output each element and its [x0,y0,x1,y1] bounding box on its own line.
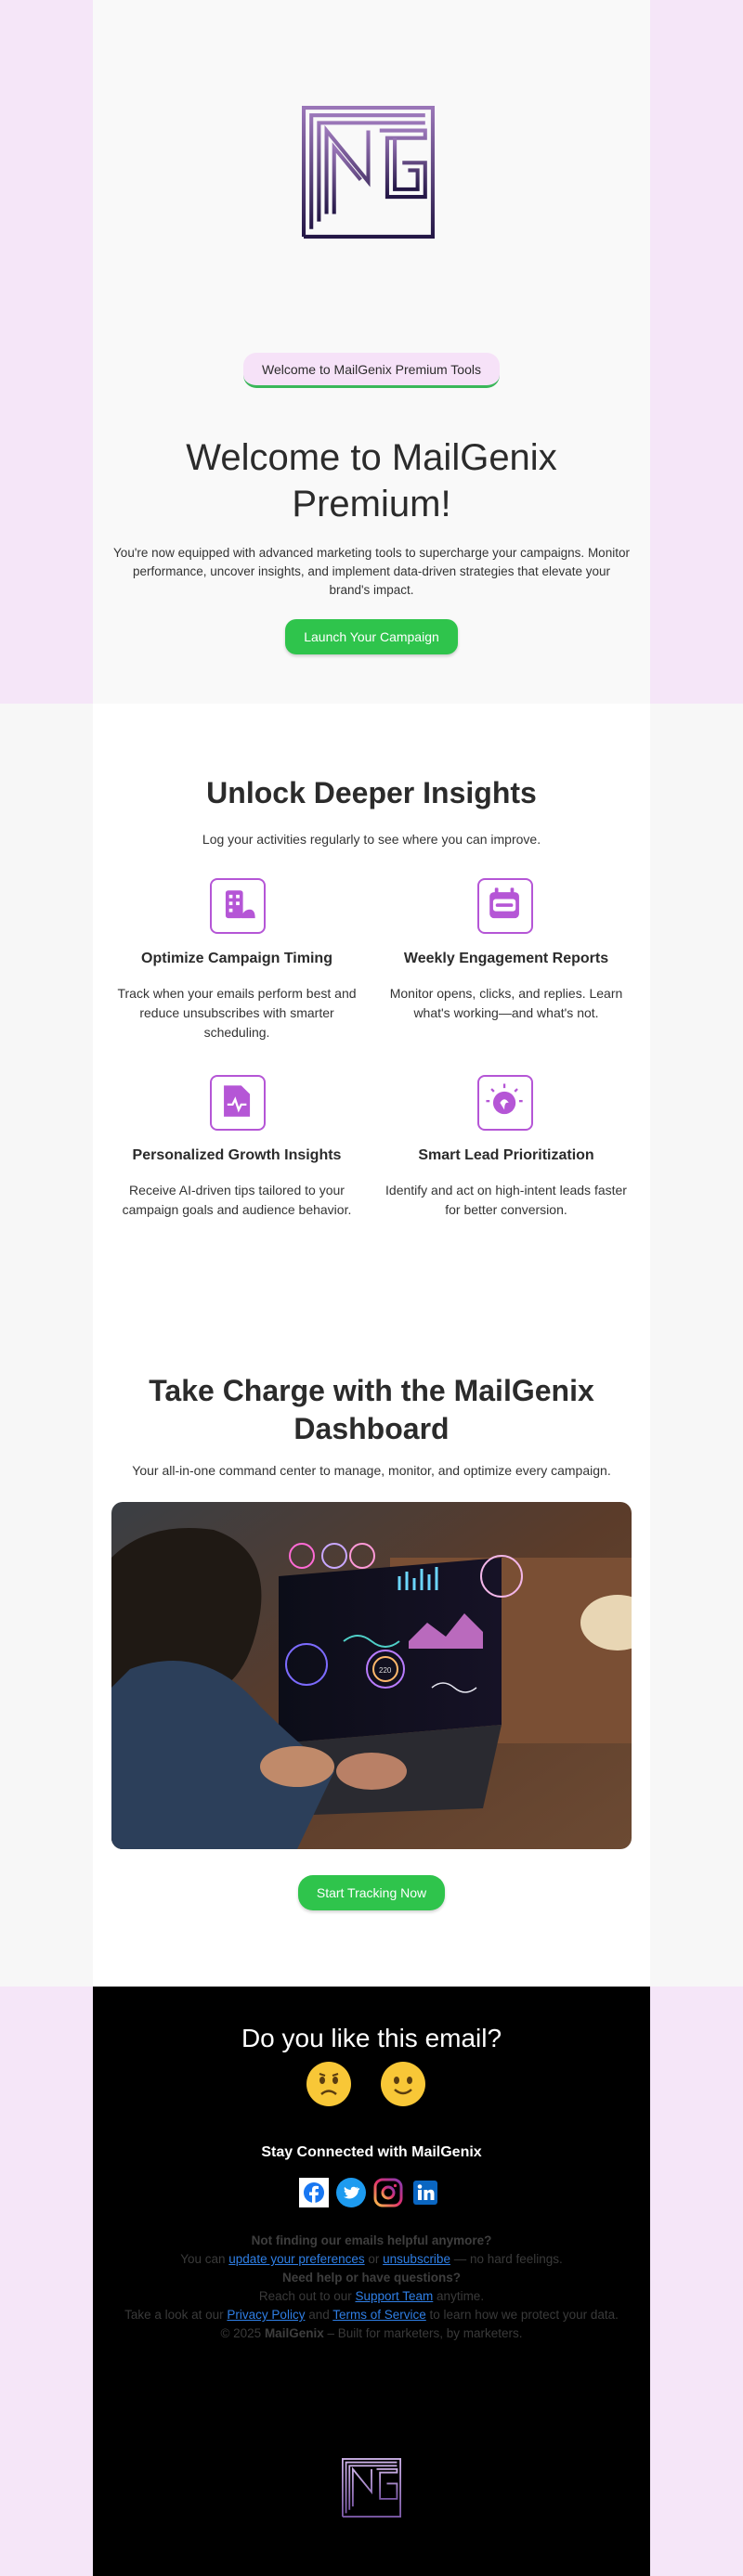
footer-help-line: Need help or have questions? [111,2269,632,2287]
hero-title: Welcome to MailGenix Premium! [186,437,557,524]
features-section: Unlock Deeper Insights Log your activiti… [93,704,650,1279]
feature-desc-leads: Identify and act on high-intent leads fa… [385,1183,627,1217]
feature-desc-growth: Receive AI-driven tips tailored to your … [122,1183,352,1217]
footer-text: anytime. [433,2289,485,2303]
footer-section: Do you like this email? Stay Connected w… [93,1987,650,2576]
feature-title-reports: Weekly Engagement Reports [403,951,609,966]
facebook-icon[interactable] [299,2178,329,2207]
footer-unhelpful-line: Not finding our emails helpful anymore? [111,2232,632,2250]
unsubscribe-link[interactable]: unsubscribe [383,2252,450,2266]
footer-text: — no hard feelings. [450,2252,563,2266]
sad-face-icon[interactable] [306,2061,352,2107]
gauge-readout: 220 [379,1666,392,1675]
feature-title-timing: Optimize Campaign Timing [141,951,332,966]
feature-title-leads: Smart Lead Prioritization [418,1147,594,1163]
terms-of-service-link[interactable]: Terms of Service [332,2308,426,2322]
dashboard-photo: 220 [111,1502,632,1849]
footer-text: or [364,2252,384,2266]
footer-text: You can [180,2252,229,2266]
footer-text: Reach out to our [258,2289,356,2303]
launch-campaign-button[interactable]: Launch Your Campaign [285,619,458,654]
footer-logo [342,2458,401,2518]
feedback-question: Do you like this email? [241,2024,502,2052]
footer-support-line: Reach out to our Support Team anytime. [111,2287,632,2306]
footer-text: Take a look at our [124,2308,228,2322]
hero-subtitle: You're now equipped with advanced market… [113,546,630,597]
footer-unhelpful-text: Not finding our emails helpful anymore? [251,2233,492,2247]
features-subtitle: Log your activities regularly to see whe… [202,832,541,847]
dashboard-section: Take Charge with the MailGenix Dashboard… [93,1279,650,1987]
support-team-link[interactable]: Support Team [355,2289,433,2303]
twitter-icon[interactable] [336,2178,366,2207]
timing-icon [210,878,266,934]
happy-face-icon[interactable] [380,2061,426,2107]
welcome-pill: Welcome to MailGenix Premium Tools [243,353,500,388]
mailgenix-logo [302,106,435,239]
feature-desc-reports: Monitor opens, clicks, and replies. Lear… [389,986,623,1020]
stay-connected-heading: Stay Connected with MailGenix [261,2144,482,2160]
growth-icon [210,1075,266,1131]
features-title: Unlock Deeper Insights [206,776,537,809]
report-icon [477,878,533,934]
feature-desc-timing: Track when your emails perform best and … [117,986,357,1040]
linkedin-icon[interactable] [411,2178,440,2207]
dashboard-title: Take Charge with the MailGenix Dashboard [149,1374,594,1445]
instagram-icon[interactable] [373,2178,403,2207]
footer-text: to learn how we protect your data. [425,2308,619,2322]
footer-policy-line: Take a look at our Privacy Policy and Te… [111,2306,632,2324]
footer-text: – Built for marketers, by marketers. [323,2326,523,2340]
footer-brand: MailGenix [264,2326,324,2340]
privacy-policy-link[interactable]: Privacy Policy [227,2308,305,2322]
hero-section: Welcome to MailGenix Premium Tools Welco… [93,0,650,704]
update-preferences-link[interactable]: update your preferences [228,2252,364,2266]
dashboard-subtitle: Your all-in-one command center to manage… [132,1463,611,1478]
footer-preferences-line: You can update your preferences or unsub… [111,2250,632,2269]
footer-text: and [305,2308,333,2322]
footer-help-text: Need help or have questions? [281,2271,462,2285]
lead-icon [477,1075,533,1131]
start-tracking-button[interactable]: Start Tracking Now [298,1875,445,1910]
footer-copyright-line: © 2025 MailGenix – Built for marketers, … [111,2324,632,2343]
footer-text: © 2025 [220,2326,265,2340]
feature-title-growth: Personalized Growth Insights [132,1147,342,1163]
